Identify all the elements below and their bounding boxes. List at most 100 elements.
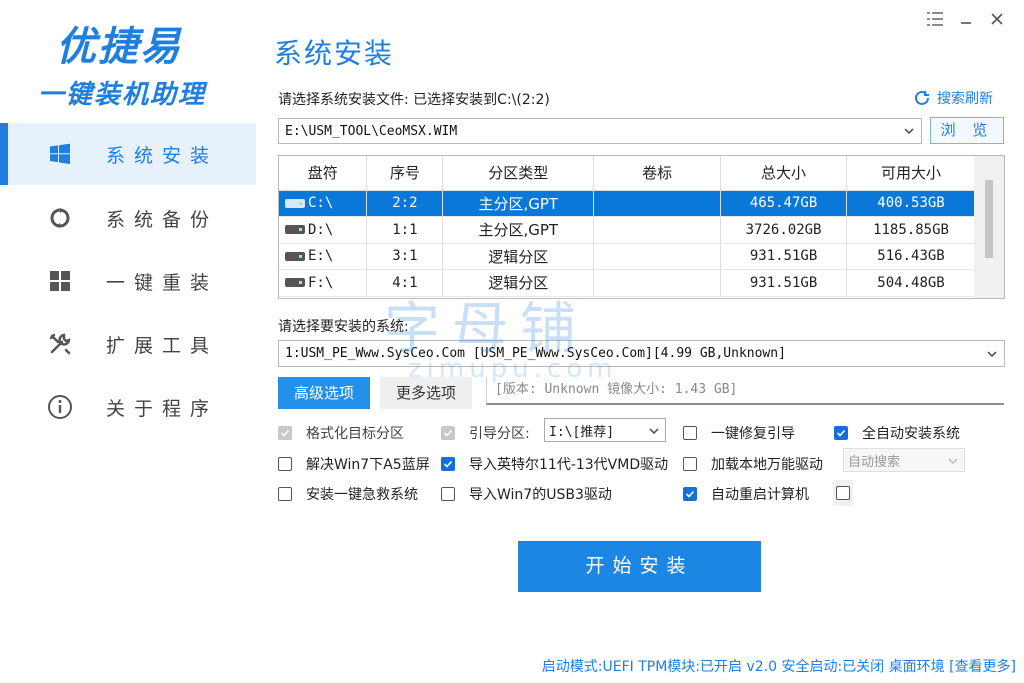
drive-icon xyxy=(285,225,305,235)
file-path-value: E:\USM_TOOL\CeoMSX.WIM xyxy=(285,123,458,139)
table-scrollbar[interactable] xyxy=(974,156,1004,298)
start-install-button[interactable]: 开始安装 xyxy=(518,541,761,592)
scrollbar-thumb[interactable] xyxy=(985,180,993,258)
minimize-icon[interactable] xyxy=(955,10,977,32)
boot-partition-checkbox[interactable]: 引导分区: xyxy=(441,423,530,443)
free-cell: 516.43GB xyxy=(846,243,976,270)
column-header[interactable]: 分区类型 xyxy=(442,156,595,191)
boot-partition-select[interactable]: I:\[推荐] xyxy=(544,418,666,442)
label-cell xyxy=(593,216,722,244)
grid-icon xyxy=(46,267,74,295)
menu-icon[interactable] xyxy=(924,10,946,32)
total-cell: 3726.02GB xyxy=(720,216,848,244)
checkbox-box xyxy=(683,457,697,471)
checkbox-box xyxy=(441,457,455,471)
free-cell: 504.48GB xyxy=(846,269,976,297)
tab-more-options[interactable]: 更多选项 xyxy=(380,377,472,409)
refresh-label: 搜索刷新 xyxy=(937,91,993,107)
column-header[interactable]: 盘符 xyxy=(279,156,368,191)
table-row[interactable]: E:\ 3:1 逻辑分区 931.51GB 516.43GB xyxy=(279,243,976,270)
import-intel-vmd-checkbox[interactable]: 导入英特尔11代-13代VMD驱动 xyxy=(441,454,668,474)
total-cell: 931.51GB xyxy=(720,243,848,270)
drive-cell: E:\ xyxy=(279,243,368,270)
sidebar-item-label: 系统安装 xyxy=(106,144,219,167)
chevron-down-icon xyxy=(986,348,998,360)
free-cell: 1185.85GB xyxy=(846,216,976,244)
auto-install-checkbox[interactable]: 全自动安装系统 xyxy=(834,423,960,443)
index-cell: 3:1 xyxy=(366,243,444,270)
sidebar-item-system-backup[interactable]: 系统备份 xyxy=(0,187,256,249)
repair-boot-checkbox[interactable]: 一键修复引导 xyxy=(683,423,795,443)
file-path-select[interactable]: E:\USM_TOOL\CeoMSX.WIM xyxy=(278,118,922,144)
index-cell: 4:1 xyxy=(366,269,444,297)
column-header[interactable]: 卷标 xyxy=(593,156,722,191)
checkbox-box xyxy=(278,487,292,501)
total-cell: 465.47GB xyxy=(720,190,848,217)
sidebar-item-label: 关于程序 xyxy=(106,397,219,420)
type-cell: 主分区,GPT xyxy=(442,190,595,217)
auto-restart-checkbox[interactable]: 自动重启计算机 xyxy=(683,484,809,504)
browse-button[interactable]: 浏 览 xyxy=(930,117,1004,144)
total-cell: 931.51GB xyxy=(720,269,848,297)
checkbox-box xyxy=(683,487,697,501)
extra-checkbox[interactable] xyxy=(833,480,853,506)
free-cell: 400.53GB xyxy=(846,190,976,217)
table-row[interactable]: C:\ 2:2 主分区,GPT 465.47GB 400.53GB xyxy=(279,190,976,217)
fix-win7-bluescreen-checkbox[interactable]: 解决Win7下A5蓝屏 xyxy=(278,454,430,474)
chevron-down-icon xyxy=(947,455,959,471)
sidebar-item-about[interactable]: 关于程序 xyxy=(0,376,256,438)
type-cell: 逻辑分区 xyxy=(442,243,595,270)
sidebar-item-reinstall[interactable]: 一键重装 xyxy=(0,250,256,312)
column-header[interactable]: 序号 xyxy=(366,156,444,191)
sidebar: 优捷易 一键装机助理 系统安装 系统备份 一键重装 扩展工具 关于程序 xyxy=(0,0,256,683)
label-cell xyxy=(593,243,722,270)
table-row[interactable]: F:\ 4:1 逻辑分区 931.51GB 504.48GB xyxy=(279,269,976,297)
index-cell: 2:2 xyxy=(366,190,444,217)
system-select-value: 1:USM_PE_Www.SysCeo.Com [USM_PE_Www.SysC… xyxy=(285,346,786,361)
drive-icon xyxy=(285,278,305,288)
system-select[interactable]: 1:USM_PE_Www.SysCeo.Com [USM_PE_Www.SysC… xyxy=(278,340,1005,367)
drive-cell: C:\ xyxy=(279,190,368,217)
import-win7-usb3-checkbox[interactable]: 导入Win7的USB3驱动 xyxy=(441,484,612,504)
install-rescue-checkbox[interactable]: 安装一键急救系统 xyxy=(278,484,418,504)
sidebar-item-label: 系统备份 xyxy=(106,208,219,231)
sidebar-item-tools[interactable]: 扩展工具 xyxy=(0,313,256,375)
app-logo-title: 优捷易 xyxy=(56,24,182,70)
drive-icon xyxy=(285,251,305,261)
page-title: 系统安装 xyxy=(274,37,395,70)
info-icon xyxy=(46,393,74,421)
checkbox-box xyxy=(834,426,848,440)
drive-cell: D:\ xyxy=(279,216,368,244)
label-cell xyxy=(593,269,722,297)
checkbox-box xyxy=(441,426,455,440)
checkbox-box xyxy=(441,487,455,501)
table-header-row: 盘符 序号 分区类型 卷标 总大小 可用大小 xyxy=(279,156,976,191)
load-local-driver-checkbox[interactable]: 加载本地万能驱动 xyxy=(683,454,823,474)
status-bar[interactable]: 启动模式:UEFI TPM模块:已开启 v2.0 安全启动:已关闭 桌面环境 [… xyxy=(542,656,1016,676)
checkbox-box xyxy=(683,426,697,440)
file-label: 请选择系统安装文件: 已选择安装到C:\(2:2) xyxy=(278,92,550,108)
app-logo-subtitle: 一键装机助理 xyxy=(38,80,207,110)
sidebar-item-label: 一键重装 xyxy=(106,271,219,294)
table-row[interactable]: D:\ 1:1 主分区,GPT 3726.02GB 1185.85GB xyxy=(279,216,976,244)
chevron-down-icon xyxy=(903,125,915,137)
format-target-checkbox[interactable]: 格式化目标分区 xyxy=(278,423,404,443)
tab-advanced-options[interactable]: 高级选项 xyxy=(278,377,370,409)
sidebar-item-system-install[interactable]: 系统安装 xyxy=(0,123,256,185)
checkbox-box xyxy=(836,486,850,500)
column-header[interactable]: 总大小 xyxy=(720,156,848,191)
checkbox-box xyxy=(278,457,292,471)
sidebar-item-label: 扩展工具 xyxy=(106,334,219,357)
partition-table: 盘符 序号 分区类型 卷标 总大小 可用大小 C:\ 2:2 主分区,GPT 4… xyxy=(278,155,1005,299)
refresh-button[interactable]: 搜索刷新 xyxy=(913,88,993,108)
image-info: [版本: Unknown 镜像大小: 1.43 GB] xyxy=(486,377,1004,405)
drive-cell: F:\ xyxy=(279,269,368,297)
backup-icon xyxy=(46,204,74,232)
windows-icon xyxy=(46,140,74,168)
close-icon[interactable] xyxy=(986,10,1008,32)
type-cell: 主分区,GPT xyxy=(442,216,595,244)
refresh-icon xyxy=(913,89,931,107)
auto-search-select[interactable]: 自动搜索 xyxy=(843,448,965,472)
system-label: 请选择要安装的系统: xyxy=(278,319,409,335)
column-header[interactable]: 可用大小 xyxy=(846,156,976,191)
